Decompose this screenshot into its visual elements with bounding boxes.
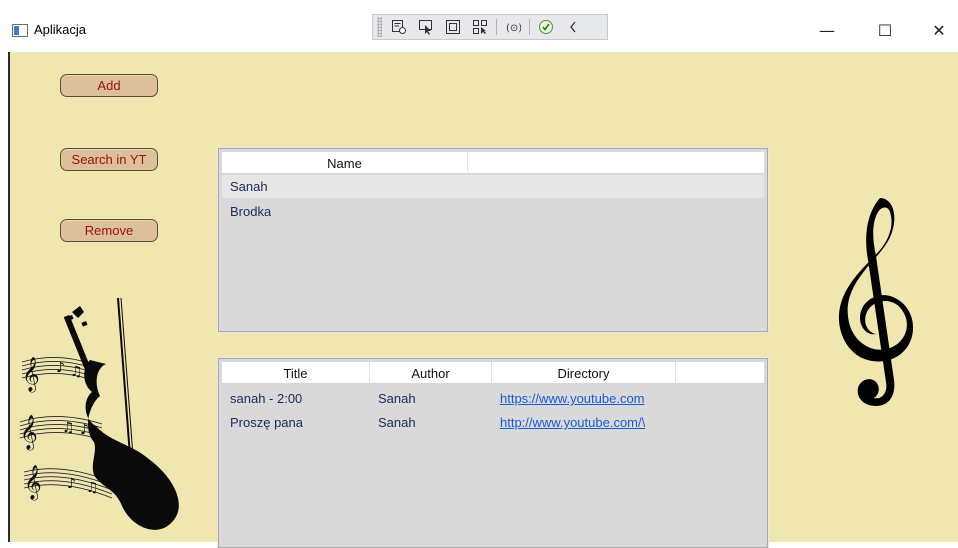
svg-text:𝄞: 𝄞 (22, 357, 40, 393)
svg-text:♪: ♪ (67, 476, 76, 492)
artist-name: Sanah (230, 179, 268, 194)
artist-list-header: Name (222, 152, 764, 174)
song-list-header: Title Author Directory (222, 362, 764, 384)
column-header-name[interactable]: Name (222, 152, 468, 174)
close-button[interactable]: ✕ (924, 18, 954, 42)
column-header-author[interactable]: Author (370, 362, 492, 384)
main-window-content: Add Search in YT Remove Name Sanah Brodk… (8, 52, 958, 548)
minimize-button[interactable]: — (812, 18, 842, 42)
remove-button[interactable]: Remove (60, 219, 158, 242)
pointer-icon[interactable] (415, 17, 437, 37)
svg-text:𝄞: 𝄞 (20, 415, 38, 451)
toolbar-grip[interactable] (377, 17, 382, 37)
column-header-empty[interactable] (676, 362, 764, 384)
svg-text:♫: ♫ (70, 364, 83, 380)
search-in-yt-button[interactable]: Search in YT (60, 148, 158, 171)
song-row[interactable]: sanah - 2:00 Sanah https://www.youtube.c… (222, 387, 764, 410)
add-button[interactable]: Add (60, 74, 158, 97)
check-icon[interactable] (535, 17, 557, 37)
layout-adorner-icon[interactable] (442, 17, 464, 37)
track-focus-icon[interactable] (469, 17, 491, 37)
song-author: Sanah (378, 391, 416, 406)
song-directory-link[interactable]: http://www.youtube.com/\ (492, 415, 670, 430)
column-header-title[interactable]: Title (222, 362, 370, 384)
hot-reload-icon[interactable]: (⊙) (502, 17, 524, 37)
artist-row[interactable]: Sanah (222, 175, 764, 198)
window-title: Aplikacja (34, 22, 87, 37)
artist-row[interactable]: Brodka (222, 200, 764, 223)
title-bar: Aplikacja (⊙) — ☐ ✕ (0, 0, 958, 52)
song-title: sanah - 2:00 (230, 391, 303, 406)
song-directory-link[interactable]: https://www.youtube.com (492, 391, 670, 406)
collapse-icon[interactable] (562, 17, 584, 37)
svg-text:♪: ♪ (56, 360, 65, 376)
artist-list[interactable]: Name Sanah Brodka (218, 148, 768, 332)
debug-toolbar: (⊙) (372, 14, 608, 40)
svg-text:(⊙): (⊙) (506, 23, 521, 34)
song-title: Proszę pana (230, 415, 303, 430)
song-row[interactable]: Proszę pana Sanah http://www.youtube.com… (222, 411, 764, 434)
toolbar-separator (529, 19, 530, 35)
column-header-empty[interactable] (468, 152, 764, 174)
column-header-directory[interactable]: Directory (492, 362, 676, 384)
maximize-button[interactable]: ☐ (870, 18, 900, 42)
select-element-icon[interactable] (388, 17, 410, 37)
toolbar-separator (496, 19, 497, 35)
svg-text:𝄞: 𝄞 (24, 465, 42, 501)
artist-name: Brodka (230, 204, 272, 219)
svg-text:♪: ♪ (80, 422, 89, 438)
song-author: Sanah (378, 415, 416, 430)
svg-text:♫: ♫ (62, 420, 75, 436)
svg-text:♫: ♫ (86, 480, 99, 496)
treble-clef-icon (838, 198, 914, 406)
app-window-icon (12, 24, 28, 37)
violin-illustration: 𝄞 𝄞 𝄞 ♪ ♫ ♫ ♪ ♪ ♫ (19, 297, 179, 530)
song-list[interactable]: Title Author Directory sanah - 2:00 Sana… (218, 358, 768, 548)
